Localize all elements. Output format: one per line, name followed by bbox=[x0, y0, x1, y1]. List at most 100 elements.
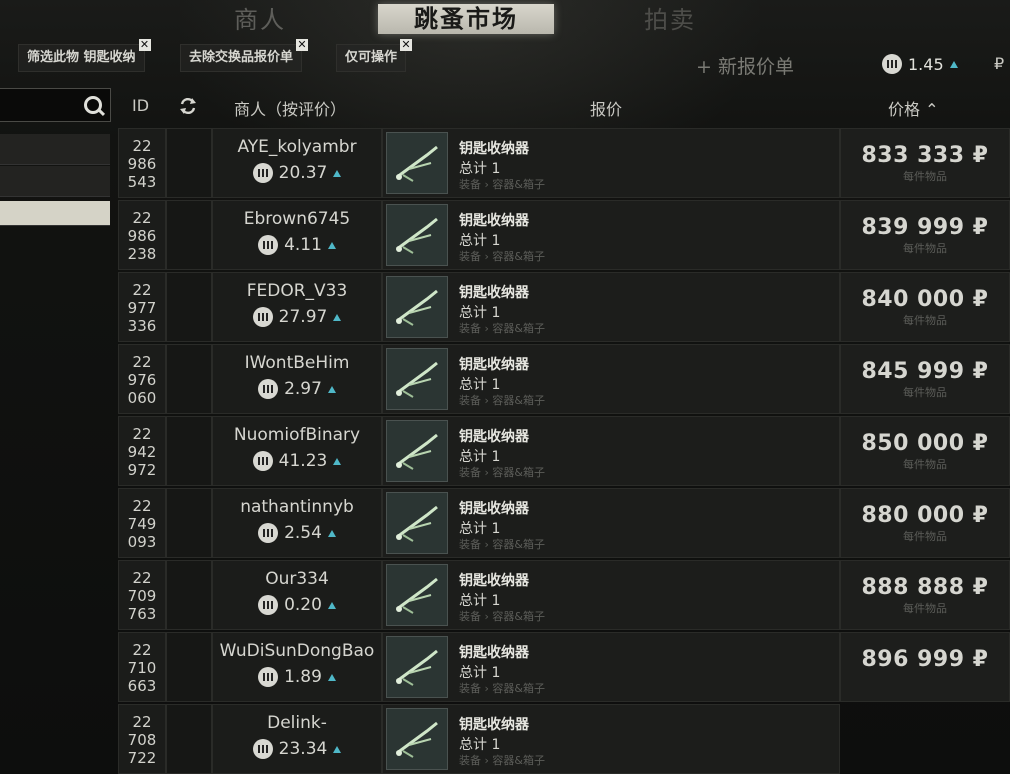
price-cell[interactable]: 850 000 ₽ 每件物品 bbox=[840, 416, 1010, 486]
refresh-icon[interactable] bbox=[179, 97, 197, 115]
rating-up-icon bbox=[333, 457, 342, 465]
close-icon[interactable]: ✕ bbox=[138, 39, 151, 51]
column-header-trader[interactable]: 商人（按评价） bbox=[234, 96, 346, 120]
table-row[interactable]: 22 986 238 Ebrown6745 4.11 钥匙收纳器 总计 1 装备… bbox=[118, 200, 1010, 270]
item-name[interactable]: 钥匙收纳器 bbox=[459, 642, 529, 662]
item-thumbnail[interactable] bbox=[386, 420, 448, 482]
table-row[interactable]: 22 942 972 NuomiofBinary 41.23 钥匙收纳器 总计 … bbox=[118, 416, 1010, 486]
item-thumbnail[interactable] bbox=[386, 564, 448, 626]
offer-cell[interactable]: 钥匙收纳器 总计 1 装备 › 容器&箱子 bbox=[382, 488, 840, 558]
item-category: 装备 › 容器&箱子 bbox=[459, 178, 545, 191]
table-row[interactable]: 22 710 663 WuDiSunDongBao 1.89 钥匙收纳器 总计 … bbox=[118, 632, 1010, 702]
trader-name[interactable]: IWontBeHim bbox=[213, 353, 381, 373]
item-name[interactable]: 钥匙收纳器 bbox=[459, 426, 529, 446]
item-name[interactable]: 钥匙收纳器 bbox=[459, 282, 529, 302]
trader-name[interactable]: NuomiofBinary bbox=[213, 425, 381, 445]
item-name[interactable]: 钥匙收纳器 bbox=[459, 498, 529, 518]
item-category: 装备 › 容器&箱子 bbox=[459, 322, 545, 335]
offer-cell[interactable]: 钥匙收纳器 总计 1 装备 › 容器&箱子 bbox=[382, 416, 840, 486]
item-thumbnail[interactable] bbox=[386, 492, 448, 554]
rating-up-icon bbox=[333, 313, 342, 321]
price-cell[interactable]: 833 333 ₽ 每件物品 bbox=[840, 128, 1010, 198]
close-icon[interactable]: ✕ bbox=[400, 39, 413, 51]
sidebar-item[interactable] bbox=[0, 134, 110, 165]
item-name[interactable]: 钥匙收纳器 bbox=[459, 138, 529, 158]
tab-flea-market[interactable]: 跳蚤市场 bbox=[378, 4, 554, 34]
table-row[interactable]: 22 976 060 IWontBeHim 2.97 钥匙收纳器 总计 1 装备… bbox=[118, 344, 1010, 414]
trader-cell[interactable]: NuomiofBinary 41.23 bbox=[212, 416, 382, 486]
trader-name[interactable]: FEDOR_V33 bbox=[213, 281, 381, 301]
trader-cell[interactable]: WuDiSunDongBao 1.89 bbox=[212, 632, 382, 702]
trader-name[interactable]: Our334 bbox=[213, 569, 381, 589]
trader-name[interactable]: WuDiSunDongBao bbox=[213, 641, 381, 661]
price-cell[interactable]: 888 888 ₽ 每件物品 bbox=[840, 560, 1010, 630]
filter-chip-item[interactable]: 筛选此物 钥匙收纳 ✕ bbox=[18, 39, 151, 72]
player-rating-value: 1.45 bbox=[908, 54, 944, 74]
trader-name[interactable]: AYE_kolyambr bbox=[213, 137, 381, 157]
spacer-cell bbox=[166, 128, 212, 198]
item-thumbnail[interactable] bbox=[386, 636, 448, 698]
offer-id-part: 986 bbox=[127, 227, 157, 245]
trader-name[interactable]: Ebrown6745 bbox=[213, 209, 381, 229]
price-cell[interactable]: 896 999 ₽ bbox=[840, 632, 1010, 702]
offer-id-part: 763 bbox=[127, 605, 157, 623]
search-icon[interactable] bbox=[84, 96, 102, 114]
item-name[interactable]: 钥匙收纳器 bbox=[459, 354, 529, 374]
offer-cell[interactable]: 钥匙收纳器 总计 1 装备 › 容器&箱子 bbox=[382, 704, 840, 774]
item-name[interactable]: 钥匙收纳器 bbox=[459, 210, 529, 230]
rating-up-icon bbox=[327, 673, 336, 681]
offer-id-part: 710 bbox=[127, 659, 157, 677]
item-thumbnail[interactable] bbox=[386, 708, 448, 770]
offer-cell[interactable]: 钥匙收纳器 总计 1 装备 › 容器&箱子 bbox=[382, 200, 840, 270]
item-name[interactable]: 钥匙收纳器 bbox=[459, 570, 529, 590]
price-value: 840 000 ₽ bbox=[861, 287, 989, 312]
table-row[interactable]: 22 986 543 AYE_kolyambr 20.37 钥匙收纳器 总计 1… bbox=[118, 128, 1010, 198]
item-thumbnail[interactable] bbox=[386, 132, 448, 194]
trader-cell[interactable]: FEDOR_V33 27.97 bbox=[212, 272, 382, 342]
price-cell[interactable]: 845 999 ₽ 每件物品 bbox=[840, 344, 1010, 414]
price-cell[interactable]: 839 999 ₽ 每件物品 bbox=[840, 200, 1010, 270]
trader-cell[interactable]: IWontBeHim 2.97 bbox=[212, 344, 382, 414]
item-thumbnail[interactable] bbox=[386, 276, 448, 338]
price-unit: 每件物品 bbox=[903, 530, 947, 543]
filter-chip-operable-only[interactable]: 仅可操作 ✕ bbox=[336, 39, 413, 72]
offer-cell[interactable]: 钥匙收纳器 总计 1 装备 › 容器&箱子 bbox=[382, 560, 840, 630]
sidebar-item-selected[interactable] bbox=[0, 201, 110, 226]
price-value: 833 333 ₽ bbox=[861, 143, 989, 168]
tab-traders[interactable]: 商人 bbox=[220, 2, 300, 38]
new-offer-button[interactable]: + 新报价单 bbox=[696, 52, 794, 79]
column-header-price[interactable]: 价格 ⌃ bbox=[888, 96, 939, 120]
table-row[interactable]: 22 709 763 Our334 0.20 钥匙收纳器 总计 1 装备 › 容… bbox=[118, 560, 1010, 630]
offer-cell[interactable]: 钥匙收纳器 总计 1 装备 › 容器&箱子 bbox=[382, 344, 840, 414]
trader-rating: 1.89 bbox=[213, 667, 381, 687]
table-row[interactable]: 22 708 722 Delink- 23.34 钥匙收纳器 总计 1 装备 ›… bbox=[118, 704, 1010, 774]
spacer-cell bbox=[166, 488, 212, 558]
search-input[interactable] bbox=[0, 88, 111, 122]
item-thumbnail[interactable] bbox=[386, 204, 448, 266]
trader-name[interactable]: nathantinnyb bbox=[213, 497, 381, 517]
trader-cell[interactable]: Our334 0.20 bbox=[212, 560, 382, 630]
column-header-id[interactable]: ID bbox=[132, 96, 149, 115]
item-quantity: 总计 1 bbox=[459, 665, 501, 681]
sidebar-item[interactable] bbox=[0, 166, 110, 197]
trader-cell[interactable]: nathantinnyb 2.54 bbox=[212, 488, 382, 558]
table-row[interactable]: 22 749 093 nathantinnyb 2.54 钥匙收纳器 总计 1 … bbox=[118, 488, 1010, 558]
price-cell[interactable]: 840 000 ₽ 每件物品 bbox=[840, 272, 1010, 342]
tab-auction[interactable]: 拍卖 bbox=[630, 2, 710, 38]
trader-name[interactable]: Delink- bbox=[213, 713, 381, 733]
item-thumbnail[interactable] bbox=[386, 348, 448, 410]
item-name[interactable]: 钥匙收纳器 bbox=[459, 714, 529, 734]
price-value: 850 000 ₽ bbox=[861, 431, 989, 456]
offer-cell[interactable]: 钥匙收纳器 总计 1 装备 › 容器&箱子 bbox=[382, 632, 840, 702]
offer-cell[interactable]: 钥匙收纳器 总计 1 装备 › 容器&箱子 bbox=[382, 272, 840, 342]
table-row[interactable]: 22 977 336 FEDOR_V33 27.97 钥匙收纳器 总计 1 装备… bbox=[118, 272, 1010, 342]
offer-cell[interactable]: 钥匙收纳器 总计 1 装备 › 容器&箱子 bbox=[382, 128, 840, 198]
offer-id-part: 972 bbox=[127, 461, 157, 479]
trader-cell[interactable]: AYE_kolyambr 20.37 bbox=[212, 128, 382, 198]
filter-chip-remove-barter[interactable]: 去除交换品报价单 ✕ bbox=[180, 39, 309, 72]
trader-cell[interactable]: Delink- 23.34 bbox=[212, 704, 382, 774]
close-icon[interactable]: ✕ bbox=[296, 39, 309, 51]
offer-id-part: 22 bbox=[132, 569, 152, 587]
price-cell[interactable]: 880 000 ₽ 每件物品 bbox=[840, 488, 1010, 558]
trader-cell[interactable]: Ebrown6745 4.11 bbox=[212, 200, 382, 270]
